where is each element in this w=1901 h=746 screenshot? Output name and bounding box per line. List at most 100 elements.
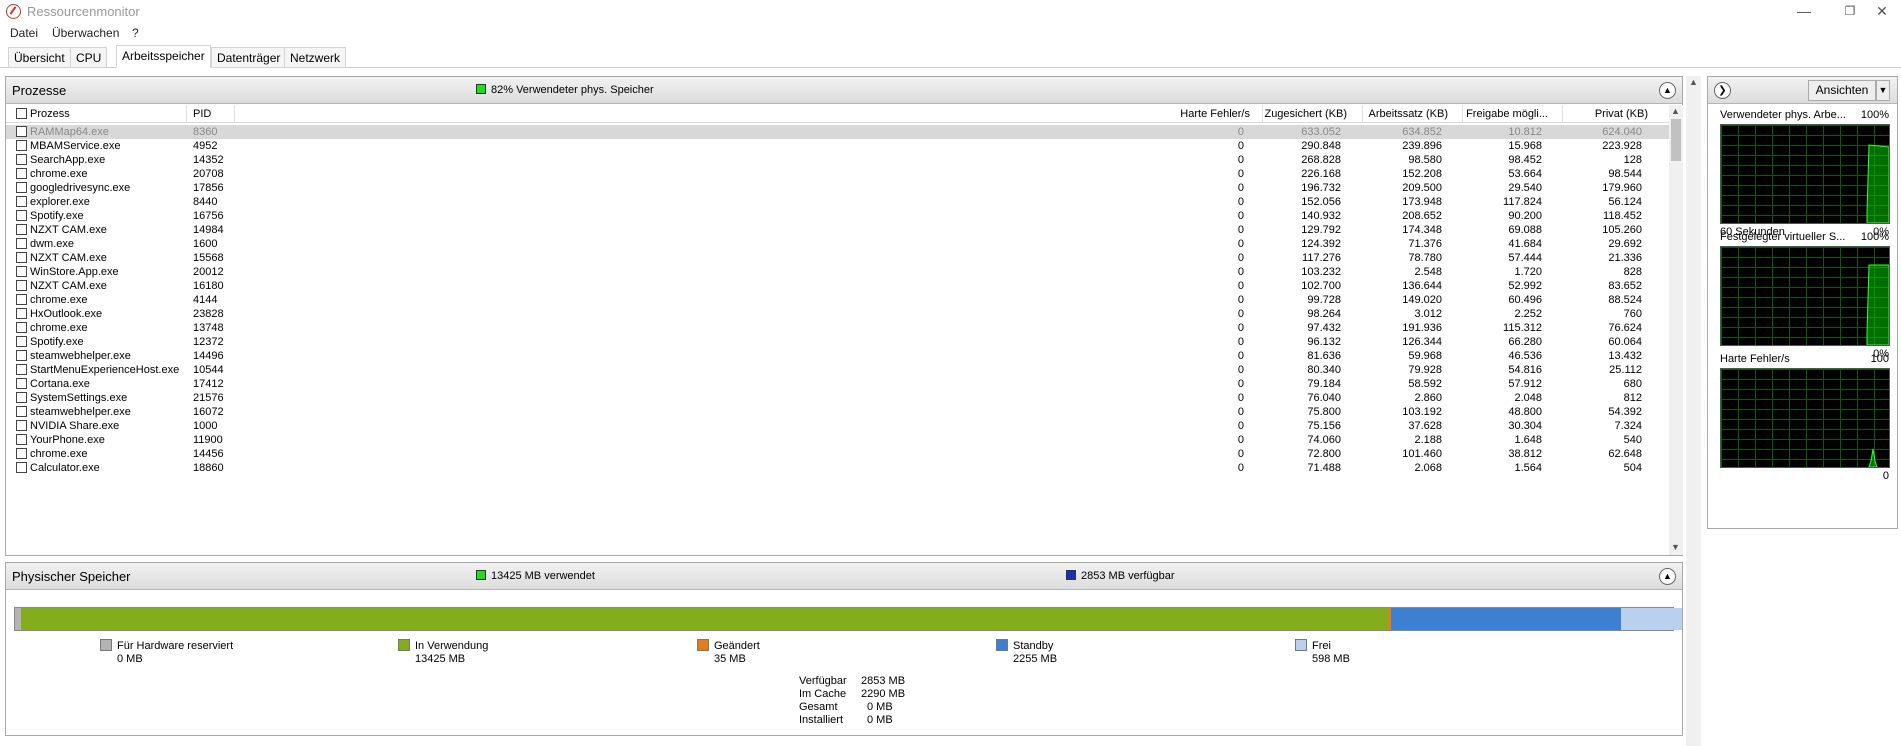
views-header: ❯ Ansichten ▼ [1708,77,1897,104]
physical-memory-header[interactable]: Physischer Speicher 13425 MB verwendet 2… [6,563,1682,590]
col-pid[interactable]: PID [193,105,211,123]
table-row[interactable]: steamwebhelper.exe 16072 0 75.800 103.192 48.… [6,405,1672,419]
hard-faults: 0 [1237,126,1244,138]
hard-faults: 0 [1237,336,1244,348]
graph-max: 100% [1860,109,1889,121]
views-dropdown-arrow[interactable]: ▼ [1876,80,1890,101]
table-row[interactable]: SearchApp.exe 14352 0 268.828 98.580 98.452 12… [6,153,1672,167]
table-row[interactable]: StartMenuExperienceHost.exe 10544 0 80.340 7… [6,363,1672,377]
row-checkbox[interactable] [16,406,27,417]
table-row[interactable]: YourPhone.exe 11900 0 74.060 2.188 1.648 540 [6,433,1672,447]
toggle-graphs-button[interactable]: ❯ [1714,82,1731,99]
row-checkbox[interactable] [16,168,27,179]
col-committed[interactable]: Zugesichert (KB) [1264,105,1347,123]
row-checkbox[interactable] [16,434,27,445]
row-checkbox[interactable] [16,210,27,221]
menu-help[interactable]: ? [132,26,139,40]
views-panel: ❯ Ansichten ▼ Verwendeter phys. Arbe... 1… [1707,76,1898,529]
table-row[interactable]: RAMMap64.exe 8360 0 633.052 634.852 10.812 624… [6,125,1672,139]
row-checkbox[interactable] [16,392,27,403]
tab-netzwerk[interactable]: Netzwerk [284,47,347,68]
tab-arbeitsspeicher[interactable]: Arbeitsspeicher [116,45,211,68]
process-name: MBAMService.exe [30,140,121,152]
table-row[interactable]: Spotify.exe 12372 0 96.132 126.344 66.280 60.0… [6,335,1672,349]
select-all-checkbox[interactable] [16,108,27,119]
process-pid: 21576 [193,392,224,404]
window-scrollbar[interactable]: ▲ [1686,76,1701,746]
row-checkbox[interactable] [16,448,27,459]
col-private[interactable]: Privat (KB) [1595,105,1648,123]
private-kb: 13.432 [1608,350,1642,362]
row-checkbox[interactable] [16,336,27,347]
table-row[interactable]: Spotify.exe 16756 0 140.932 208.652 90.200 118… [6,209,1672,223]
processes-header[interactable]: Prozesse 82% Verwendeter phys. Speicher … [6,77,1682,104]
usage-graph [1720,124,1890,224]
row-checkbox[interactable] [16,252,27,263]
table-row[interactable]: explorer.exe 8440 0 152.056 173.948 117.824 56… [6,195,1672,209]
row-checkbox[interactable] [16,322,27,333]
menu-datei[interactable]: Datei [10,26,38,40]
process-pid: 10544 [193,364,224,376]
row-checkbox[interactable] [16,238,27,249]
shareable-kb: 30.304 [1508,420,1542,432]
table-row[interactable]: chrome.exe 20708 0 226.168 152.208 53.664 98.5… [6,167,1672,181]
row-checkbox[interactable] [16,294,27,305]
private-kb: 60.064 [1608,336,1642,348]
col-shareable[interactable]: Freigabe mögli... [1466,105,1548,123]
minimize-button[interactable]: — [1782,0,1826,23]
table-row[interactable]: chrome.exe 14456 0 72.800 101.460 38.812 62.64… [6,447,1672,461]
table-row[interactable]: Cortana.exe 17412 0 79.184 58.592 57.912 680 [6,377,1672,391]
col-working-set[interactable]: Arbeitssatz (KB) [1369,105,1448,123]
row-checkbox[interactable] [16,126,27,137]
table-row[interactable]: chrome.exe 13748 0 97.432 191.936 115.312 76.6… [6,321,1672,335]
scroll-thumb[interactable] [1671,119,1681,161]
close-button[interactable]: ✕ [1860,0,1901,23]
table-row[interactable]: MBAMService.exe 4952 0 290.848 239.896 15.968… [6,139,1672,153]
private-kb: 29.692 [1608,238,1642,250]
row-checkbox[interactable] [16,154,27,165]
process-scrollbar[interactable]: ▲ ▼ [1669,105,1683,555]
row-checkbox[interactable] [16,308,27,319]
row-checkbox[interactable] [16,140,27,151]
row-checkbox[interactable] [16,420,27,431]
table-row[interactable]: Calculator.exe 18860 0 71.488 2.068 1.564 504 [6,461,1672,475]
scroll-down-arrow[interactable]: ▼ [1669,541,1682,553]
window-scroll-up[interactable]: ▲ [1687,76,1700,88]
row-checkbox[interactable] [16,266,27,277]
row-checkbox[interactable] [16,378,27,389]
table-row[interactable]: SystemSettings.exe 21576 0 76.040 2.860 2.048… [6,391,1672,405]
collapse-physical-button[interactable]: ▲ [1659,568,1676,585]
tab-datentraeger[interactable]: Datenträger [211,47,287,68]
table-row[interactable]: googledrivesync.exe 17856 0 196.732 209.500 2… [6,181,1672,195]
row-checkbox[interactable] [16,196,27,207]
table-row[interactable]: WinStore.App.exe 20012 0 103.232 2.548 1.720 8… [6,265,1672,279]
row-checkbox[interactable] [16,280,27,291]
row-checkbox[interactable] [16,350,27,361]
legend-value: 35 MB [714,653,746,665]
table-row[interactable]: NZXT CAM.exe 14984 0 129.792 174.348 69.088 10… [6,223,1672,237]
working-set-kb: 191.936 [1402,322,1442,334]
views-button[interactable]: Ansichten [1808,80,1876,101]
col-process[interactable]: Prozess [30,105,70,123]
table-row[interactable]: dwm.exe 1600 0 124.392 71.376 41.684 29.692 [6,237,1672,251]
table-row[interactable]: HxOutlook.exe 23828 0 98.264 3.012 2.252 760 [6,307,1672,321]
process-pid: 14352 [193,154,224,166]
table-row[interactable]: NVIDIA Share.exe 1000 0 75.156 37.628 30.304 7… [6,419,1672,433]
process-name: chrome.exe [30,168,88,180]
tab-cpu[interactable]: CPU [70,47,108,68]
scroll-up-arrow[interactable]: ▲ [1669,105,1682,117]
row-checkbox[interactable] [16,462,27,473]
collapse-processes-button[interactable]: ▲ [1659,82,1676,99]
legend-swatch [697,639,709,651]
tab-uebersicht[interactable]: Übersicht [8,47,71,68]
table-row[interactable]: NZXT CAM.exe 16180 0 102.700 136.644 52.992 83… [6,279,1672,293]
col-hard-faults[interactable]: Harte Fehler/s [1180,105,1250,123]
table-row[interactable]: NZXT CAM.exe 15568 0 117.276 78.780 57.444 21.… [6,251,1672,265]
menu-ueberwachen[interactable]: Überwachen [52,26,119,40]
table-row[interactable]: steamwebhelper.exe 14496 0 81.636 59.968 46.5… [6,349,1672,363]
row-checkbox[interactable] [16,364,27,375]
private-kb: 118.452 [1603,210,1642,222]
row-checkbox[interactable] [16,224,27,235]
row-checkbox[interactable] [16,182,27,193]
table-row[interactable]: chrome.exe 4144 0 99.728 149.020 60.496 88.524 [6,293,1672,307]
